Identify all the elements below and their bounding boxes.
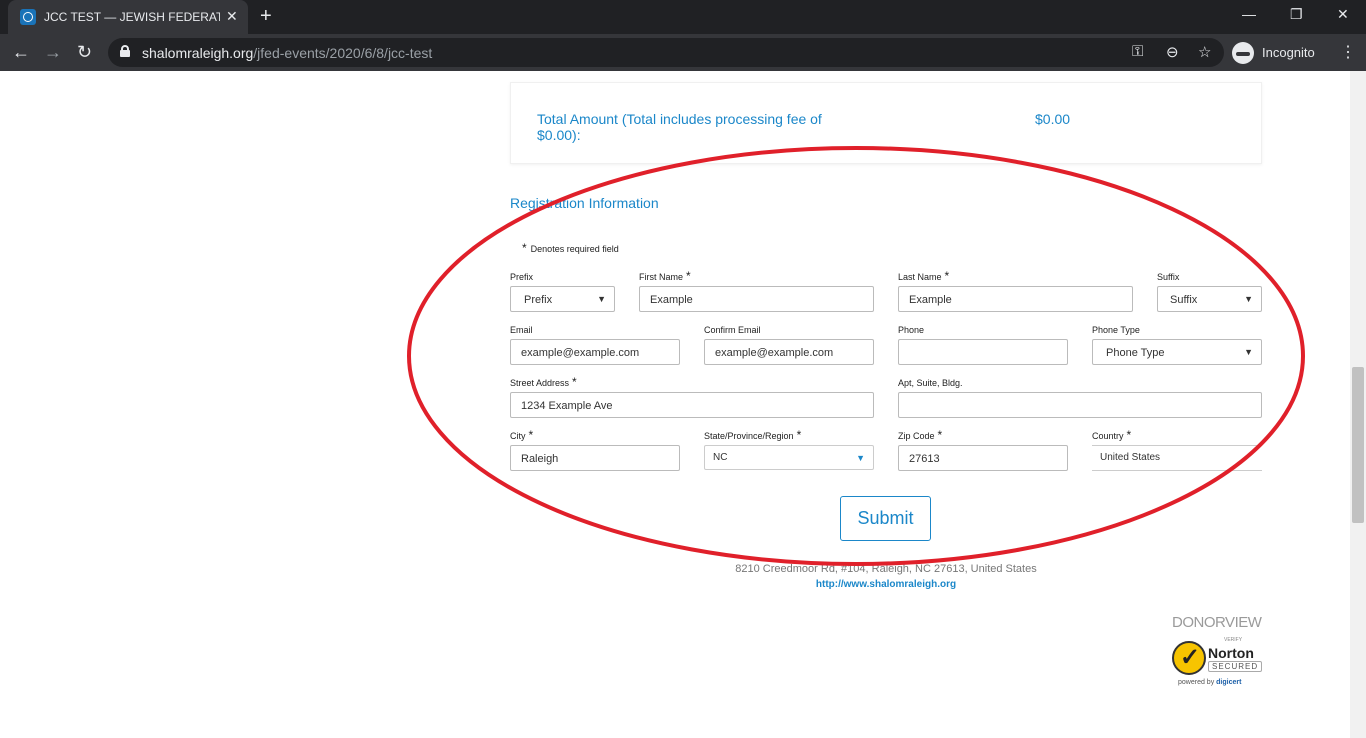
phone-type-select[interactable]: Phone Type ▼ xyxy=(1092,339,1262,365)
prefix-value: Prefix xyxy=(524,294,553,306)
url-text[interactable]: shalomraleigh.org/jfed-events/2020/6/8/j… xyxy=(142,45,432,61)
required-marker: * xyxy=(522,241,527,255)
donorview-logo[interactable]: DONORVIEW xyxy=(1172,614,1262,631)
total-amount-value: $0.00 xyxy=(1035,111,1071,127)
new-tab-icon[interactable]: + xyxy=(260,5,272,28)
norton-check-icon xyxy=(1172,641,1206,675)
chevron-down-icon: ▼ xyxy=(856,453,865,463)
street-address-label: Street Address * xyxy=(510,375,577,389)
phone-field[interactable] xyxy=(898,339,1068,365)
forward-icon[interactable]: → xyxy=(44,42,62,63)
scrollbar-thumb[interactable] xyxy=(1352,367,1364,523)
registration-title: Registration Information xyxy=(510,195,659,211)
total-amount-card: Total Amount (Total includes processing … xyxy=(510,82,1262,164)
incognito-indicator[interactable]: Incognito xyxy=(1232,41,1315,64)
state-value: NC xyxy=(713,452,728,463)
country-select[interactable]: United States xyxy=(1092,445,1262,471)
total-amount-label: Total Amount (Total includes processing … xyxy=(537,111,822,143)
suffix-label: Suffix xyxy=(1157,272,1180,282)
email-label: Email xyxy=(510,325,533,335)
suffix-select[interactable]: Suffix ▼ xyxy=(1157,286,1262,312)
close-tab-icon[interactable]: ✕ xyxy=(226,8,238,25)
zip-field[interactable]: 27613 xyxy=(898,445,1068,471)
submit-button[interactable]: Submit xyxy=(840,496,931,541)
site-favicon-icon xyxy=(20,9,36,25)
minimize-icon[interactable]: — xyxy=(1242,6,1256,22)
norton-secured-badge[interactable]: VERIFY Norton SECURED powered by digicer… xyxy=(1172,637,1263,689)
norton-secured-text: SECURED xyxy=(1208,661,1263,672)
street-address-field[interactable]: 1234 Example Ave xyxy=(510,392,874,418)
confirm-email-field[interactable]: example@example.com xyxy=(704,339,874,365)
chevron-down-icon: ▼ xyxy=(1244,347,1253,357)
zip-label: Zip Code * xyxy=(898,428,943,442)
first-name-label: First Name * xyxy=(639,269,691,283)
footer-address: 8210 Creedmoor Rd, #104, Raleigh, NC 276… xyxy=(735,563,1037,575)
incognito-icon xyxy=(1232,41,1254,64)
last-name-label: Last Name * xyxy=(898,269,950,283)
first-name-field[interactable]: Example xyxy=(639,286,874,312)
country-label: Country * xyxy=(1092,428,1132,442)
key-icon[interactable]: ⚿ xyxy=(1132,43,1143,60)
lock-icon[interactable] xyxy=(120,45,130,57)
suffix-value: Suffix xyxy=(1170,294,1198,306)
restore-icon[interactable]: ❐ xyxy=(1290,6,1303,23)
city-label: City * xyxy=(510,428,534,442)
norton-brand-text: Norton xyxy=(1208,645,1254,661)
reload-icon[interactable]: ↻ xyxy=(77,42,92,63)
required-note-text: Denotes required field xyxy=(530,244,619,254)
browser-tab[interactable]: JCC TEST — JEWISH FEDERATION ✕ xyxy=(8,0,248,34)
apt-field[interactable] xyxy=(898,392,1262,418)
phone-type-label: Phone Type xyxy=(1092,325,1140,335)
city-field[interactable]: Raleigh xyxy=(510,445,680,471)
state-label: State/Province/Region * xyxy=(704,428,802,442)
bookmark-star-icon[interactable]: ☆ xyxy=(1198,43,1211,61)
browser-toolbar: ← → ↻ shalomraleigh.org/jfed-events/2020… xyxy=(0,34,1366,71)
prefix-select[interactable]: Prefix ▼ xyxy=(510,286,615,312)
confirm-email-label: Confirm Email xyxy=(704,325,761,335)
state-select[interactable]: NC ▼ xyxy=(704,445,874,470)
browser-menu-icon[interactable]: ⋮ xyxy=(1340,42,1356,62)
footer-website-link[interactable]: http://www.shalomraleigh.org xyxy=(680,579,1092,590)
chevron-down-icon: ▼ xyxy=(1244,294,1253,304)
prefix-label: Prefix xyxy=(510,272,534,282)
powered-by-digicert: powered by digicert xyxy=(1178,679,1242,686)
back-icon[interactable]: ← xyxy=(12,42,30,63)
phone-type-value: Phone Type xyxy=(1106,347,1165,359)
last-name-field[interactable]: Example xyxy=(898,286,1133,312)
chevron-down-icon: ▼ xyxy=(597,294,606,304)
phone-label: Phone xyxy=(898,325,925,335)
url-path: /jfed-events/2020/6/8/jcc-test xyxy=(253,45,433,61)
incognito-label: Incognito xyxy=(1262,45,1315,60)
address-bar[interactable]: shalomraleigh.org/jfed-events/2020/6/8/j… xyxy=(108,38,1224,67)
page-viewport: Total Amount (Total includes processing … xyxy=(0,71,1350,738)
zoom-icon[interactable]: ⊖ xyxy=(1166,43,1179,61)
tab-title: JCC TEST — JEWISH FEDERATION xyxy=(44,10,220,24)
apt-label: Apt, Suite, Bldg. xyxy=(898,378,963,388)
page-scrollbar[interactable] xyxy=(1350,71,1366,738)
close-window-icon[interactable]: ✕ xyxy=(1337,6,1349,23)
email-field[interactable]: example@example.com xyxy=(510,339,680,365)
required-field-note: * Denotes required field xyxy=(522,241,619,255)
browser-titlebar: JCC TEST — JEWISH FEDERATION ✕ + — ❐ ✕ xyxy=(0,0,1366,34)
url-host: shalomraleigh.org xyxy=(142,45,254,61)
norton-verify-text: VERIFY xyxy=(1224,637,1243,643)
